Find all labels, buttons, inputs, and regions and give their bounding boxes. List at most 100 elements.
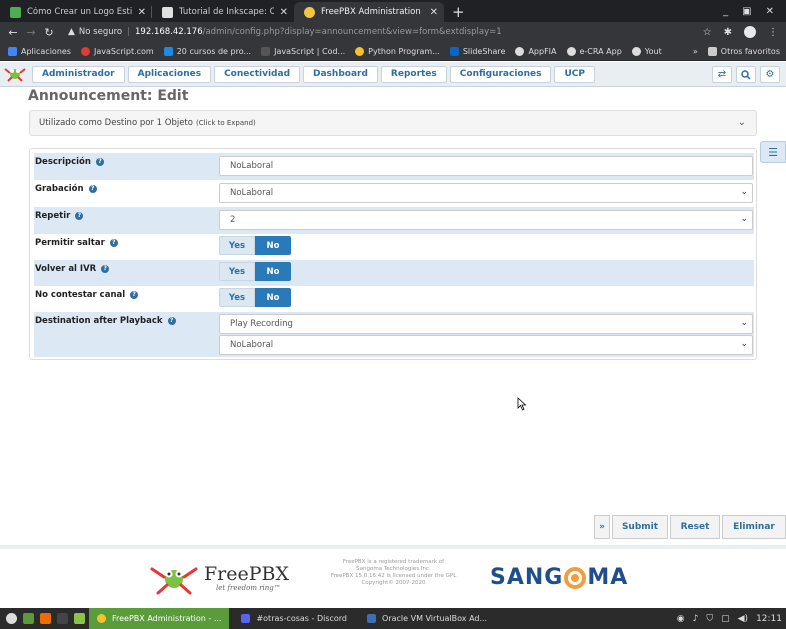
sangoma-gear-icon	[564, 566, 587, 589]
nav-reportes[interactable]: Reportes	[380, 65, 447, 83]
language-icon[interactable]: ⇄	[712, 66, 732, 83]
bookmarks-overflow-icon[interactable]: »	[693, 47, 698, 56]
destination-target-select[interactable]: NoLaboral ⌄	[219, 335, 753, 355]
gear-icon[interactable]: ⚙	[760, 66, 780, 83]
help-icon[interactable]: ?	[101, 265, 110, 273]
firefox-icon[interactable]	[40, 613, 51, 624]
repetir-select[interactable]: 2 ⌄	[219, 210, 753, 230]
extensions-icon[interactable]: ✱	[724, 27, 732, 38]
back-icon[interactable]: ←	[4, 26, 22, 39]
footer: FreePBX let freedom ring™ FreePBX is a r…	[0, 545, 786, 608]
profile-avatar-icon[interactable]	[744, 26, 756, 38]
chevron-down-icon: ⌄	[740, 214, 748, 224]
star-icon[interactable]: ☆	[703, 27, 712, 38]
bookmark-ecra[interactable]: e-CRA App	[566, 46, 622, 56]
browser-tab-logo[interactable]: Cómo Crear un Logo Estilo G ✕	[0, 2, 152, 22]
descripcion-input[interactable]: NoLaboral	[219, 156, 753, 176]
used-as-hint: (Click to Expand)	[195, 119, 256, 127]
bell-icon[interactable]: ♪	[693, 614, 699, 624]
start-menu-icon[interactable]	[6, 613, 17, 624]
used-as-destination-panel[interactable]: Utilizado como Destino por 1 Objeto (Cli…	[29, 110, 757, 136]
help-icon[interactable]: ?	[109, 239, 118, 247]
nav-ucp[interactable]: UCP	[554, 65, 595, 83]
freepbx-logo[interactable]: FreePBX let freedom ring™	[150, 561, 289, 595]
sangoma-logo[interactable]: SANG MA	[490, 565, 628, 590]
help-icon[interactable]: ?	[167, 317, 176, 325]
folder-icon	[707, 47, 717, 56]
bookmark-javascript-cod[interactable]: JavaScript | Cod...	[261, 46, 345, 56]
mouse-cursor-icon	[517, 397, 527, 411]
nav-configuraciones[interactable]: Configuraciones	[449, 65, 552, 83]
permitir-saltar-yes[interactable]: Yes	[219, 236, 255, 255]
submit-button[interactable]: Submit	[612, 515, 668, 539]
bookmark-otros-favoritos[interactable]: Otros favoritos	[707, 47, 780, 56]
help-icon[interactable]: ?	[130, 291, 139, 299]
permitir-saltar-no[interactable]: No	[255, 236, 291, 255]
reset-button[interactable]: Reset	[670, 515, 720, 539]
chevron-down-icon: ⌄	[740, 318, 748, 328]
terminal-icon[interactable]	[57, 613, 68, 624]
window-icon[interactable]: ▢	[721, 614, 730, 624]
clock[interactable]: 12:11	[756, 614, 782, 624]
volume-icon[interactable]: ◀)	[738, 614, 748, 624]
bookmark-cursos[interactable]: 20 cursos de pro...	[163, 46, 251, 56]
nav-aplicaciones[interactable]: Aplicaciones	[127, 65, 212, 83]
destination-label: Destination after Playback?	[35, 316, 176, 326]
no-contestar-yes[interactable]: Yes	[219, 288, 255, 307]
menu-icon[interactable]: ⋮	[768, 27, 778, 38]
bookmark-aplicaciones[interactable]: Aplicaciones	[8, 46, 71, 56]
bookmark-yout[interactable]: Yout	[631, 46, 662, 56]
help-icon[interactable]: ?	[75, 212, 84, 220]
freepbx-frog-logo-icon[interactable]	[4, 65, 26, 83]
virtualbox-icon	[367, 614, 377, 623]
help-icon[interactable]: ?	[88, 185, 97, 193]
nav-administrador[interactable]: Administrador	[32, 65, 125, 83]
new-tab-button[interactable]: +	[444, 2, 473, 22]
close-window-icon[interactable]: ✕	[766, 6, 774, 17]
url-path: /admin/config.php?display=announcement&v…	[202, 27, 502, 37]
delete-button[interactable]: Eliminar	[722, 515, 786, 539]
files-icon[interactable]	[23, 613, 34, 624]
row-permitir-saltar: Permitir saltar? Yes No	[34, 234, 754, 260]
forward-icon[interactable]: →	[22, 26, 40, 39]
taskbar-chrome[interactable]: FreePBX Administration - ...	[89, 608, 230, 629]
bookmark-appfia[interactable]: AppFIA	[515, 46, 557, 56]
url-host: 192.168.42.176	[135, 27, 203, 37]
grabacion-select[interactable]: NoLaboral ⌄	[219, 183, 753, 203]
bookmark-python[interactable]: Python Program...	[355, 46, 440, 56]
help-icon[interactable]: ?	[95, 158, 104, 166]
nav-conectividad[interactable]: Conectividad	[214, 65, 301, 83]
reload-icon[interactable]: ↻	[40, 26, 58, 39]
close-icon[interactable]: ✕	[138, 7, 146, 18]
shield-icon[interactable]: ⛉	[706, 614, 713, 624]
row-grabacion: Grabación? NoLaboral ⌄	[34, 180, 754, 207]
no-contestar-no[interactable]: No	[255, 288, 291, 307]
browser-tab-freepbx[interactable]: FreePBX Administration ✕	[294, 2, 444, 22]
python-icon	[355, 46, 365, 56]
discord-tray-icon[interactable]: ◉	[677, 614, 685, 624]
chevron-down-icon[interactable]: ⌄	[738, 117, 746, 128]
close-icon[interactable]: ✕	[280, 7, 288, 18]
nav-dashboard[interactable]: Dashboard	[303, 65, 378, 83]
list-icon[interactable]: ☰	[760, 141, 786, 163]
maximize-icon[interactable]: ▣	[742, 6, 751, 17]
expand-actions-button[interactable]: »	[594, 515, 610, 539]
taskbar-virtualbox[interactable]: Oracle VM VirtualBox Ad...	[359, 608, 495, 629]
taskbar-discord[interactable]: #otras-cosas - Discord	[233, 608, 355, 629]
tab-title: FreePBX Administration	[321, 7, 421, 17]
browser-tab-strip: Cómo Crear un Logo Estilo G ✕ Tutorial d…	[0, 0, 786, 22]
bookmark-javascript-com[interactable]: JavaScript.com	[80, 46, 154, 56]
bookmark-slideshare[interactable]: SlideShare	[449, 46, 505, 56]
close-icon[interactable]: ✕	[430, 7, 438, 18]
destination-type-select[interactable]: Play Recording ⌄	[219, 314, 753, 334]
used-as-text: Utilizado como Destino por 1 Objeto	[39, 118, 193, 128]
url-field[interactable]: ▲ No seguro | 192.168.42.176 /admin/conf…	[68, 24, 695, 40]
volver-ivr-no[interactable]: No	[255, 262, 291, 281]
browser-tab-inkscape[interactable]: Tutorial de Inkscape: Cómo d ✕	[152, 2, 294, 22]
freepbx-tagline: let freedom ring™	[216, 583, 281, 592]
address-bar: ← → ↻ ▲ No seguro | 192.168.42.176 /admi…	[0, 22, 786, 42]
volver-ivr-yes[interactable]: Yes	[219, 262, 255, 281]
search-icon[interactable]	[736, 66, 756, 83]
folder-icon[interactable]	[74, 613, 85, 624]
minimize-icon[interactable]: _	[723, 6, 728, 17]
